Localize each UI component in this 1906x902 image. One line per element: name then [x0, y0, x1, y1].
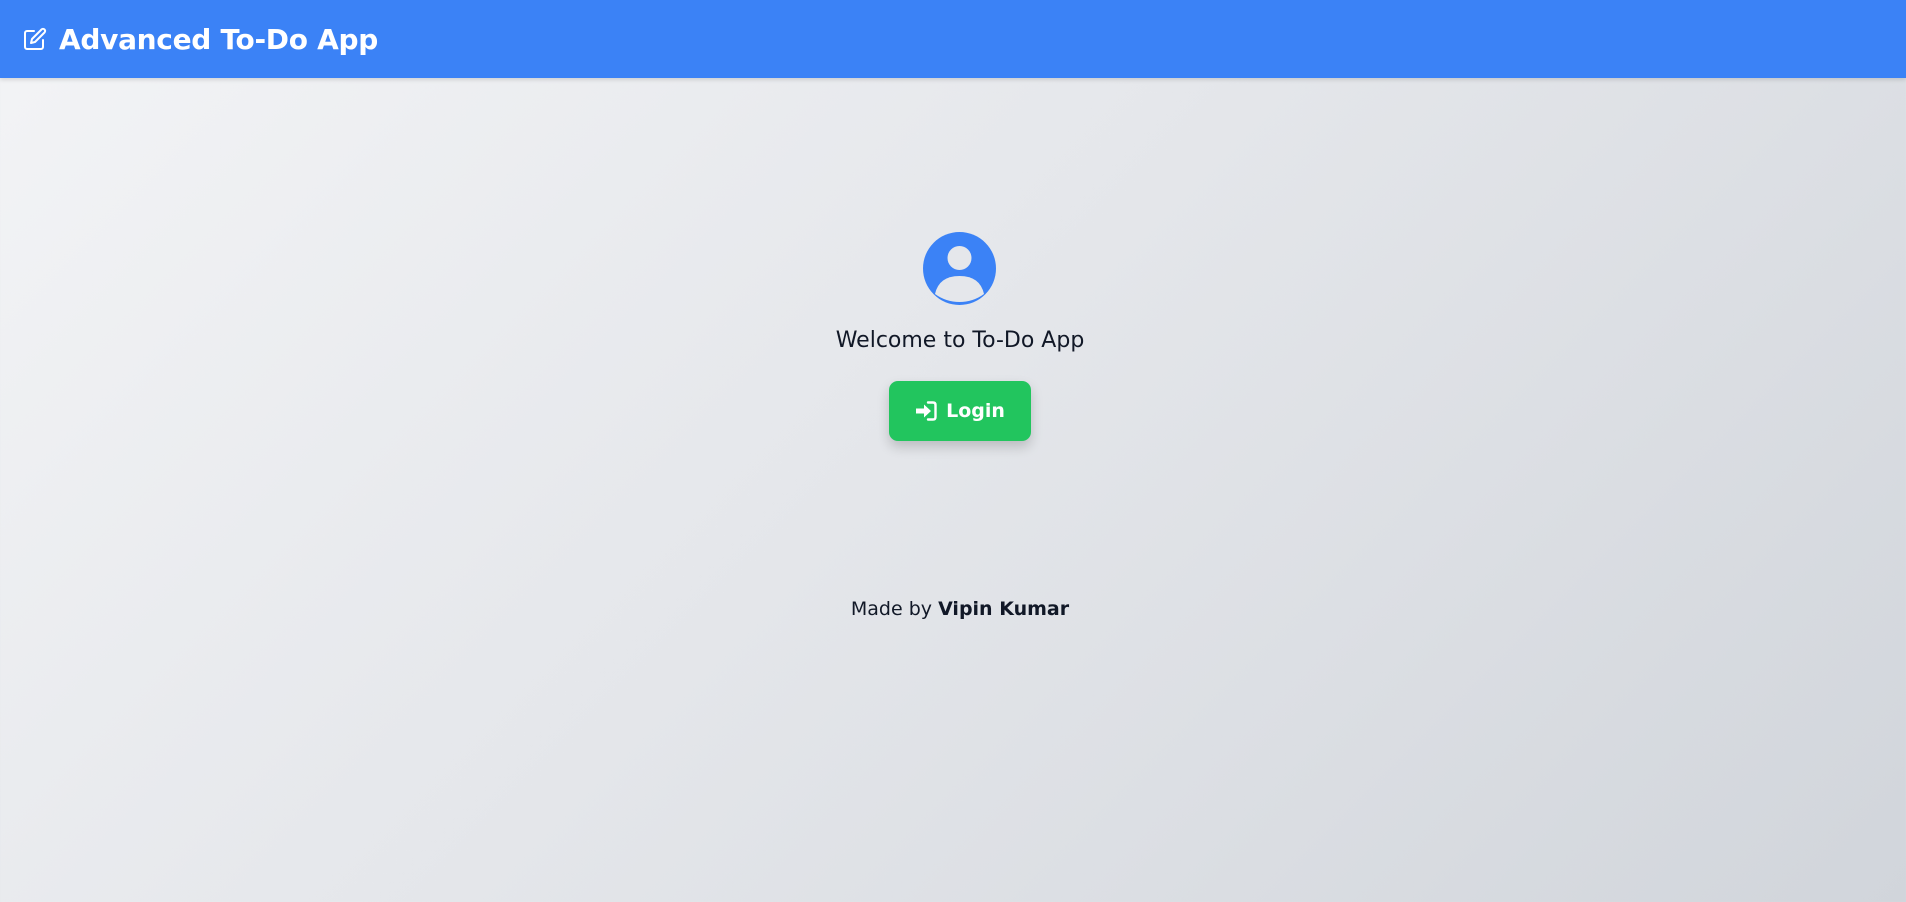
credit-prefix: Made by	[850, 598, 933, 620]
login-button-label: Login	[946, 400, 1005, 422]
author-name: Vipin Kumar	[938, 598, 1070, 620]
footer-credit: Made by Vipin Kumar	[0, 598, 1906, 620]
login-button[interactable]: Login	[889, 381, 1031, 441]
welcome-heading: Welcome to To-Do App	[835, 328, 1085, 353]
app-header: Advanced To-Do App	[0, 0, 1906, 78]
edit-square-icon	[22, 26, 48, 52]
app-title: Advanced To-Do App	[59, 22, 378, 56]
sign-in-icon	[915, 401, 937, 421]
user-circle-icon	[923, 232, 996, 305]
